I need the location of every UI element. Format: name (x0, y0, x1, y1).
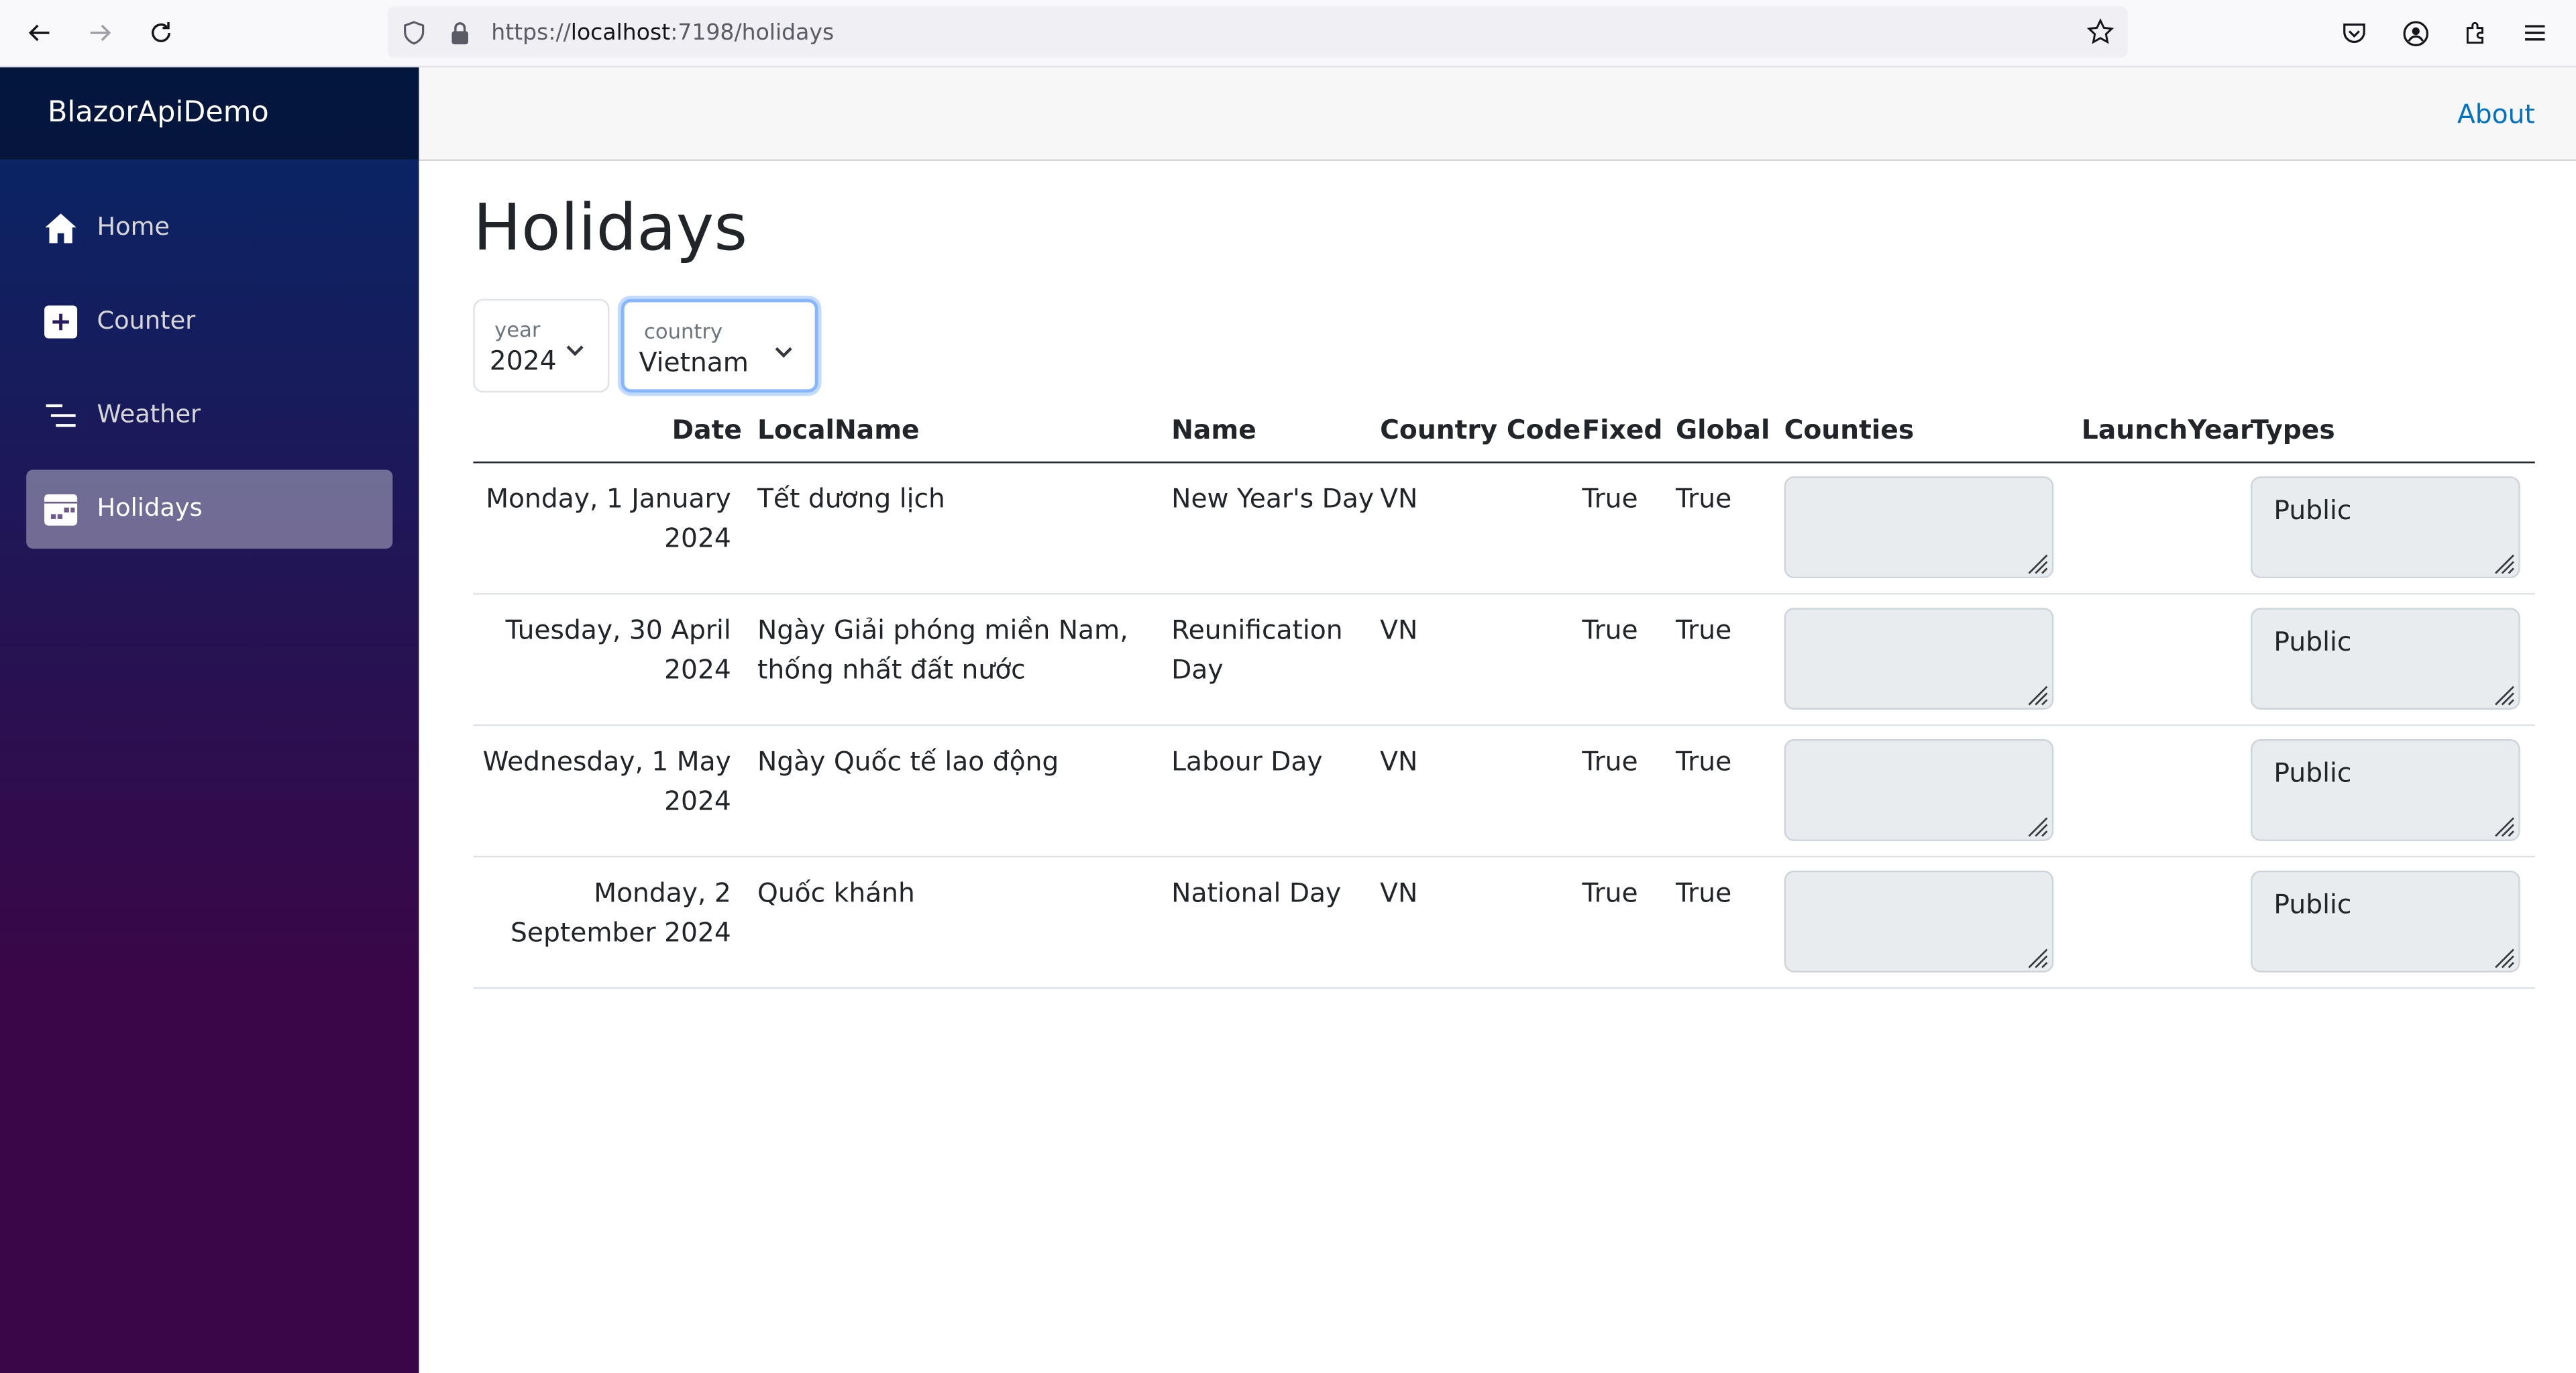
sidebar-item-weather[interactable]: Weather (26, 376, 392, 455)
sidebar-item-home[interactable]: Home (26, 189, 392, 268)
sidebar-item-label: Counter (97, 305, 196, 335)
row-divider (473, 724, 2535, 726)
column-header-country-code: Country Code (1380, 414, 1581, 445)
cell-country-code: VN (1380, 483, 1418, 514)
types-textarea[interactable]: Public (2251, 870, 2520, 973)
column-header-counties: Counties (1784, 414, 1915, 445)
list-nested-icon (43, 398, 79, 434)
cell-global: True (1675, 745, 1732, 777)
brand-link[interactable]: BlazorApiDemo (48, 97, 269, 129)
star-bookmark-icon[interactable] (2086, 18, 2114, 52)
resize-grip-icon[interactable] (2026, 813, 2049, 837)
cell-fixed: True (1582, 614, 1638, 646)
account-icon[interactable] (2397, 15, 2433, 51)
brand-bar: BlazorApiDemo (0, 67, 419, 160)
cell-name: National Day (1171, 877, 1342, 909)
url-text: https://localhost:7198/holidays (491, 19, 835, 46)
country-select-label: country (644, 319, 723, 343)
cell-date: Monday, 2 September 2024 (511, 877, 731, 948)
sidebar: BlazorApiDemo Home Counter Weather Holid (0, 67, 419, 1373)
cell-name: Reunification Day (1171, 614, 1343, 685)
reload-icon[interactable] (143, 15, 179, 51)
browser-toolbar: https://localhost:7198/holidays (0, 0, 2576, 68)
plus-square-icon (43, 304, 79, 340)
column-header-fixed: Fixed (1582, 414, 1663, 445)
sidebar-item-holidays[interactable]: Holidays (26, 470, 393, 549)
cell-fixed: True (1582, 483, 1638, 514)
pocket-icon[interactable] (2336, 15, 2372, 51)
cell-date: Monday, 1 January 2024 (486, 483, 731, 554)
chevron-down-icon (564, 337, 586, 360)
resize-grip-icon[interactable] (2026, 550, 2049, 574)
resize-grip-icon[interactable] (2492, 681, 2515, 706)
lock-icon[interactable] (449, 19, 472, 52)
year-select-label: year (494, 317, 541, 342)
cell-localname: Tết dương lịch (757, 483, 945, 514)
resize-grip-icon[interactable] (2492, 944, 2515, 969)
cell-date: Tuesday, 30 April 2024 (505, 614, 731, 685)
menu-icon[interactable] (2517, 15, 2553, 51)
cell-country-code: VN (1380, 745, 1418, 777)
counties-textarea[interactable] (1784, 476, 2054, 579)
cell-fixed: True (1582, 745, 1638, 777)
row-divider (473, 987, 2535, 989)
sidebar-item-label: Holidays (97, 492, 203, 523)
top-row: About (419, 67, 2576, 162)
cell-global: True (1675, 483, 1732, 514)
resize-grip-icon[interactable] (2492, 550, 2515, 574)
row-divider (473, 593, 2535, 595)
types-textarea[interactable]: Public (2251, 608, 2520, 710)
sidebar-item-label: Weather (97, 399, 201, 429)
cell-localname: Ngày Quốc tế lao động (757, 745, 1059, 777)
column-header-date: Date (672, 414, 742, 445)
sidebar-item-counter[interactable]: Counter (26, 282, 392, 362)
year-select-value: 2024 (489, 345, 557, 376)
page-title: Holidays (473, 192, 748, 266)
cell-localname: Quốc khánh (757, 877, 915, 909)
cell-date: Wednesday, 1 May 2024 (482, 745, 731, 817)
types-textarea[interactable]: Public (2251, 739, 2520, 841)
resize-grip-icon[interactable] (2026, 681, 2049, 706)
back-icon[interactable] (21, 15, 58, 51)
column-header-name: Name (1171, 414, 1256, 445)
about-link[interactable]: About (2457, 99, 2535, 130)
extensions-icon[interactable] (2458, 15, 2494, 51)
chevron-down-icon (772, 338, 795, 361)
home-icon (43, 210, 79, 246)
column-header-localname: LocalName (757, 414, 920, 445)
country-select-value: Vietnam (639, 346, 749, 378)
column-header-global: Global (1675, 414, 1770, 445)
column-header-types: Types (2251, 414, 2335, 445)
cell-name: New Year's Day (1171, 483, 1375, 514)
types-textarea[interactable]: Public (2251, 476, 2520, 579)
cell-country-code: VN (1380, 877, 1418, 909)
cell-localname: Ngày Giải phóng miền Nam, thống nhất đất … (757, 614, 1128, 685)
viewport: https://localhost:7198/holidays BlazorAp… (0, 0, 2576, 1373)
address-bar[interactable]: https://localhost:7198/holidays (387, 6, 2128, 58)
shield-icon[interactable] (401, 19, 427, 52)
counties-textarea[interactable] (1784, 608, 2054, 710)
resize-grip-icon[interactable] (2492, 813, 2515, 837)
cell-global: True (1675, 877, 1732, 909)
cell-global: True (1675, 614, 1732, 646)
counties-textarea[interactable] (1784, 870, 2054, 973)
sidebar-item-label: Home (97, 211, 170, 242)
resize-grip-icon[interactable] (2026, 944, 2049, 969)
calendar-icon (43, 491, 79, 527)
row-divider (473, 855, 2535, 858)
cell-fixed: True (1582, 877, 1638, 909)
cell-name: Labour Day (1171, 745, 1323, 777)
counties-textarea[interactable] (1784, 739, 2054, 841)
column-header-launchyear: LaunchYear (2081, 414, 2253, 445)
year-select[interactable]: year 2024 (473, 298, 610, 393)
forward-icon[interactable] (82, 15, 118, 51)
country-select[interactable]: country Vietnam (621, 298, 818, 393)
cell-country-code: VN (1380, 614, 1418, 646)
header-divider (473, 461, 2535, 463)
